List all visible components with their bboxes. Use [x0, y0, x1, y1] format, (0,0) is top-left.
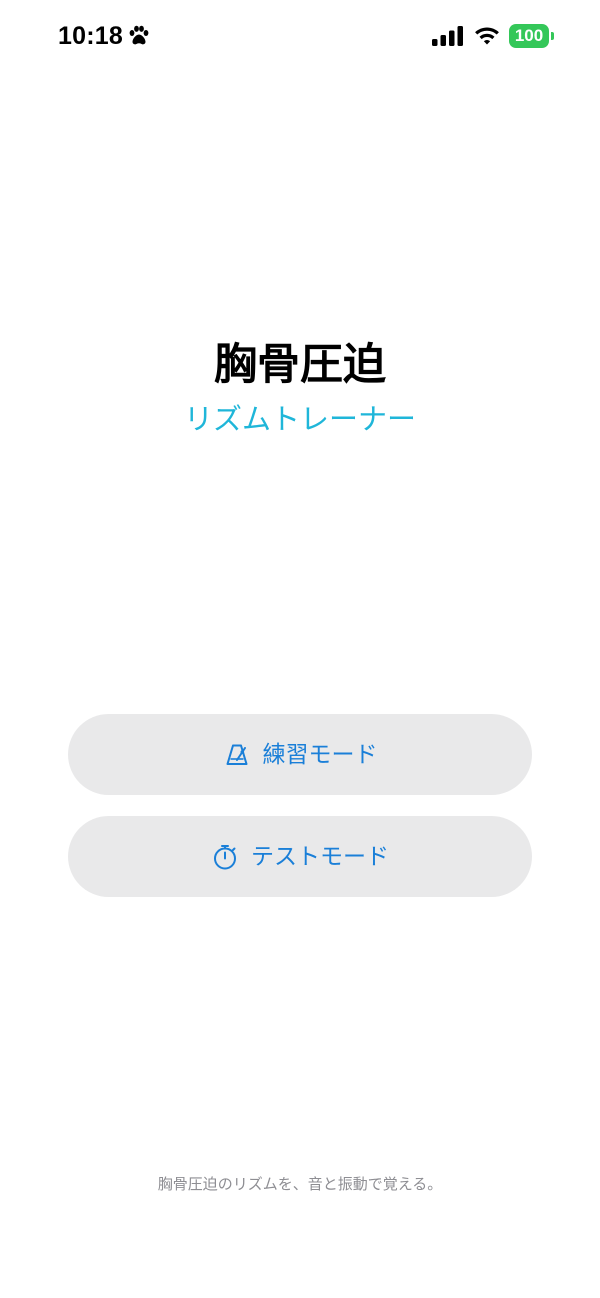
test-mode-button[interactable]: テストモード — [68, 816, 532, 897]
practice-mode-button[interactable]: 練習モード — [68, 714, 532, 795]
battery-cap — [551, 32, 554, 40]
test-mode-label: テストモード — [251, 843, 389, 870]
battery-level: 100 — [514, 26, 544, 45]
wifi-icon — [475, 27, 499, 45]
metronome-icon — [226, 744, 247, 765]
status-time: 10:18 — [58, 22, 123, 50]
paw-icon — [129, 25, 149, 45]
app-subtitle: リズムトレーナー — [183, 402, 416, 436]
battery-body: 100 — [509, 24, 549, 48]
status-bar: 10:18 100 — [0, 0, 600, 72]
practice-mode-label: 練習モード — [262, 741, 378, 768]
battery-icon: 100 — [509, 24, 555, 48]
stopwatch-icon — [214, 844, 236, 869]
app-title: 胸骨圧迫 — [214, 340, 386, 390]
cellular-signal-icon — [432, 26, 463, 46]
footer-tagline: 胸骨圧迫のリズムを、音と振動で覚える。 — [157, 1175, 443, 1193]
